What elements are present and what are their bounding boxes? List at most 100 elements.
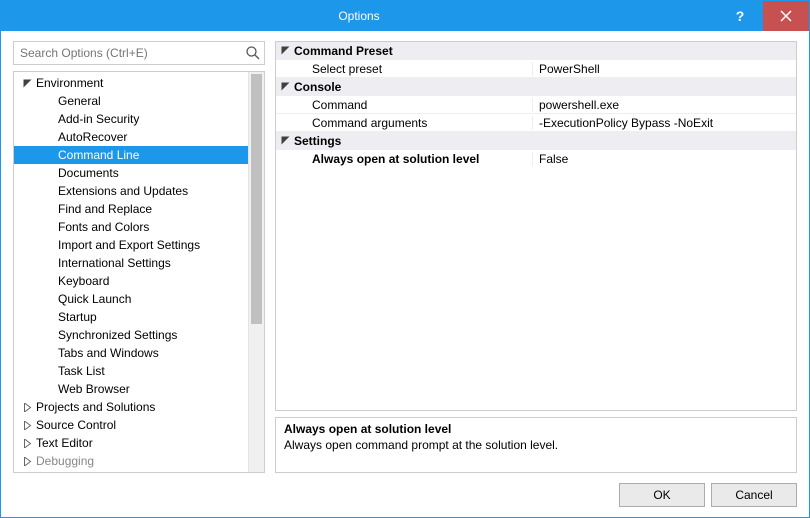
tree-indent: [42, 202, 56, 216]
tree-indent: [42, 310, 56, 324]
tree-node[interactable]: International Settings: [14, 254, 264, 272]
tree-node-label: Quick Launch: [56, 292, 131, 306]
description-text: Always open command prompt at the soluti…: [284, 438, 788, 452]
tree-node[interactable]: Extensions and Updates: [14, 182, 264, 200]
window-controls: ?: [717, 1, 809, 31]
tree-node-label: Documents: [56, 166, 119, 180]
property-grid[interactable]: Command Preset Select presetPowerShell Con…: [275, 41, 797, 411]
close-icon: [780, 10, 792, 22]
tree-node-label: International Settings: [56, 256, 171, 270]
tree-node-label: Task List: [56, 364, 105, 378]
right-column: Command Preset Select presetPowerShell Con…: [275, 41, 797, 473]
tree-node-label: Startup: [56, 310, 97, 324]
property-row[interactable]: Commandpowershell.exe: [276, 96, 796, 114]
tree-node-label: Text Editor: [34, 436, 93, 450]
search-input[interactable]: [13, 41, 265, 65]
tree-indent: [42, 94, 56, 108]
tree-node[interactable]: Source Control: [14, 416, 264, 434]
tree-node-label: Extensions and Updates: [56, 184, 188, 198]
tree-node[interactable]: Text Editor: [14, 434, 264, 452]
tree-node-label: Synchronized Settings: [56, 328, 177, 342]
tree-node-label: Source Control: [34, 418, 116, 432]
tree-scrollbar[interactable]: [248, 72, 264, 472]
tree-node-label: Fonts and Colors: [56, 220, 149, 234]
tree-node[interactable]: Startup: [14, 308, 264, 326]
tree-node-label: General: [56, 94, 101, 108]
collapse-icon[interactable]: [276, 82, 294, 91]
tree-node[interactable]: Documents: [14, 164, 264, 182]
tree-node-label: Command Line: [56, 148, 139, 162]
tree-node[interactable]: Fonts and Colors: [14, 218, 264, 236]
tree-node[interactable]: AutoRecover: [14, 128, 264, 146]
tree-indent: [42, 184, 56, 198]
tree-node-label: Web Browser: [56, 382, 130, 396]
tree-indent: [42, 364, 56, 378]
tree-node-label: Tabs and Windows: [56, 346, 159, 360]
property-category[interactable]: Command Preset: [276, 42, 796, 60]
property-value[interactable]: False: [532, 152, 796, 166]
tree-node[interactable]: Synchronized Settings: [14, 326, 264, 344]
property-row[interactable]: Command arguments-ExecutionPolicy Bypass…: [276, 114, 796, 132]
collapse-icon[interactable]: [20, 76, 34, 90]
property-value[interactable]: powershell.exe: [532, 98, 796, 112]
tree-indent: [42, 130, 56, 144]
tree-indent: [42, 220, 56, 234]
property-name: Command: [294, 98, 532, 112]
tree-indent: [42, 148, 56, 162]
property-value[interactable]: -ExecutionPolicy Bypass -NoExit: [532, 116, 796, 130]
tree-node[interactable]: Add-in Security: [14, 110, 264, 128]
tree-node-label: Projects and Solutions: [34, 400, 155, 414]
tree-node-label: Debugging: [34, 454, 94, 468]
search-icon[interactable]: [245, 45, 261, 61]
tree-node[interactable]: Quick Launch: [14, 290, 264, 308]
help-button[interactable]: ?: [717, 1, 763, 31]
property-name: Select preset: [294, 62, 532, 76]
property-name: Command arguments: [294, 116, 532, 130]
tree-node-label: Find and Replace: [56, 202, 152, 216]
property-row[interactable]: Select presetPowerShell: [276, 60, 796, 78]
property-value[interactable]: PowerShell: [532, 62, 796, 76]
tree-indent: [42, 274, 56, 288]
tree-node[interactable]: Environment: [14, 74, 264, 92]
property-description: Always open at solution level Always ope…: [275, 417, 797, 473]
tree-node-label: AutoRecover: [56, 130, 127, 144]
property-name: Always open at solution level: [294, 152, 532, 166]
property-category-label: Command Preset: [294, 44, 796, 58]
expand-icon[interactable]: [20, 454, 34, 468]
tree-indent: [42, 382, 56, 396]
tree-node[interactable]: Command Line: [14, 146, 264, 164]
property-category[interactable]: Console: [276, 78, 796, 96]
tree-node[interactable]: Keyboard: [14, 272, 264, 290]
close-button[interactable]: [763, 1, 809, 31]
tree-node[interactable]: Find and Replace: [14, 200, 264, 218]
scrollbar-thumb[interactable]: [251, 74, 262, 324]
tree-node[interactable]: Import and Export Settings: [14, 236, 264, 254]
tree-node[interactable]: General: [14, 92, 264, 110]
tree-node-label: Keyboard: [56, 274, 109, 288]
left-column: Environment General Add-in Security AutoRec…: [13, 41, 265, 473]
window-title: Options: [1, 9, 717, 23]
tree-indent: [42, 112, 56, 126]
expand-icon[interactable]: [20, 418, 34, 432]
expand-icon[interactable]: [20, 436, 34, 450]
tree-node[interactable]: Projects and Solutions: [14, 398, 264, 416]
cancel-button[interactable]: Cancel: [711, 483, 797, 507]
tree-indent: [42, 238, 56, 252]
client-area: Environment General Add-in Security AutoRec…: [1, 31, 809, 517]
tree-node-label: Add-in Security: [56, 112, 139, 126]
property-category-label: Console: [294, 80, 796, 94]
tree-node[interactable]: Web Browser: [14, 380, 264, 398]
title-bar[interactable]: Options ?: [1, 1, 809, 31]
collapse-icon[interactable]: [276, 136, 294, 145]
tree-node-label: Import and Export Settings: [56, 238, 200, 252]
expand-icon[interactable]: [20, 400, 34, 414]
tree-indent: [42, 256, 56, 270]
collapse-icon[interactable]: [276, 46, 294, 55]
ok-button[interactable]: OK: [619, 483, 705, 507]
tree-node[interactable]: Debugging: [14, 452, 264, 470]
tree-node[interactable]: Tabs and Windows: [14, 344, 264, 362]
property-row[interactable]: Always open at solution levelFalse: [276, 150, 796, 168]
options-tree: Environment General Add-in Security AutoRec…: [13, 71, 265, 473]
property-category[interactable]: Settings: [276, 132, 796, 150]
tree-node[interactable]: Task List: [14, 362, 264, 380]
